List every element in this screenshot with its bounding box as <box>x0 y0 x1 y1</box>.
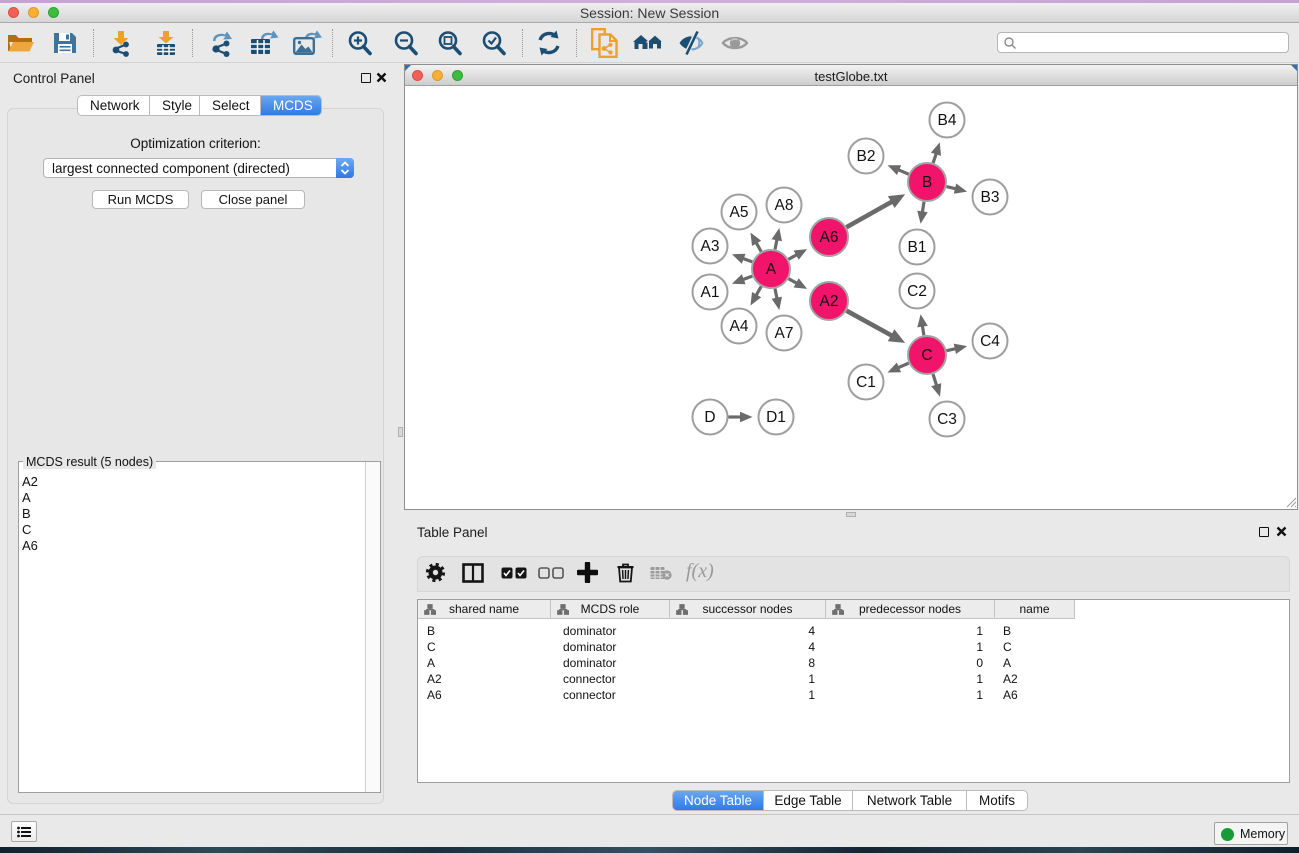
svg-text:B4: B4 <box>938 112 957 129</box>
svg-text:A: A <box>766 261 777 278</box>
svg-text:A2: A2 <box>820 293 839 310</box>
svg-text:A7: A7 <box>775 325 794 342</box>
svg-text:C: C <box>921 347 932 364</box>
svg-text:C4: C4 <box>980 333 1000 350</box>
svg-text:A8: A8 <box>775 197 794 214</box>
svg-text:C1: C1 <box>856 374 876 391</box>
svg-text:A1: A1 <box>701 284 720 301</box>
svg-text:A3: A3 <box>701 238 720 255</box>
svg-text:D: D <box>704 409 715 426</box>
svg-text:B: B <box>922 174 932 191</box>
svg-text:A4: A4 <box>730 318 749 335</box>
svg-text:B3: B3 <box>981 189 1000 206</box>
svg-text:A6: A6 <box>820 229 839 246</box>
svg-text:A5: A5 <box>730 204 749 221</box>
svg-text:C3: C3 <box>937 411 957 428</box>
svg-text:B2: B2 <box>857 148 876 165</box>
svg-text:D1: D1 <box>766 409 786 426</box>
svg-text:C2: C2 <box>907 283 927 300</box>
svg-text:B1: B1 <box>908 239 927 256</box>
